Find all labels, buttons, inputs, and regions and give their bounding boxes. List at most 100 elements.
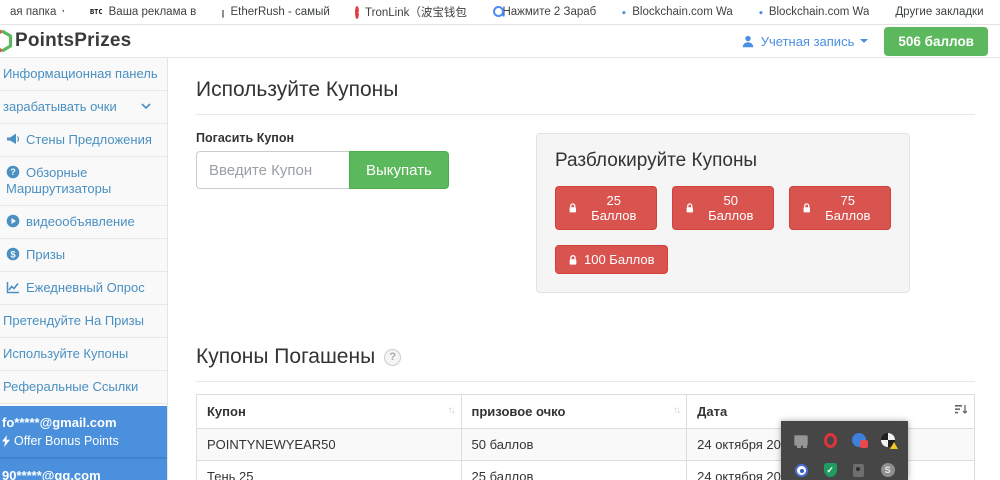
megaphone-icon xyxy=(6,133,20,146)
sidebar-item-claim-prizes[interactable]: Претендуйте На Призы xyxy=(0,305,167,338)
notification-item[interactable]: 90*****@qq.com Offer Bonus Points xyxy=(0,459,167,480)
sidebar-item-label: Претендуйте На Призы xyxy=(3,313,144,328)
sidebar-item-label: Ежедневный Опрос xyxy=(26,280,145,295)
search-icon xyxy=(493,6,497,18)
sidebar-item-use-coupons[interactable]: Используйте Купоны xyxy=(0,338,167,371)
tronlink-icon xyxy=(355,6,359,19)
sidebar-item-video-ads[interactable]: видеообъявление xyxy=(0,206,167,239)
sidebar-item-earn-points[interactable]: зарабатывать очки xyxy=(0,91,167,124)
brand-logo[interactable]: PointsPrizes xyxy=(0,28,131,54)
opera-icon[interactable] xyxy=(824,433,837,448)
defender-warning-icon[interactable] xyxy=(881,433,895,447)
media-player-icon[interactable] xyxy=(795,464,808,477)
bookmark-folder-label: ая папка xyxy=(10,6,56,18)
site-header: PointsPrizes Учетная запись 506 баллов xyxy=(0,25,1000,58)
points-cell: 50 баллов xyxy=(461,429,687,461)
bookmarks-bar: ая папка BTC Ваша реклама в с EtherRush … xyxy=(0,0,1000,25)
sidebar-item-label: видеообъявление xyxy=(26,214,135,229)
pointsprizes-hexagon-icon xyxy=(0,28,15,54)
sidebar-item-label: Используйте Купоны xyxy=(3,346,128,361)
unlock-25-points-button[interactable]: 25 Баллов xyxy=(555,186,657,230)
person-icon xyxy=(741,34,755,49)
bookmark-item[interactable]: EtherRush - самый xyxy=(222,6,329,18)
divider xyxy=(196,381,975,382)
bookmark-item[interactable]: Blockchain.com Wa xyxy=(759,6,870,19)
sort-both-icon: ↑↓ xyxy=(448,405,454,416)
sidebar-item-offer-walls[interactable]: Стены Предложения xyxy=(0,124,167,157)
brand-name: PointsPrizes xyxy=(15,30,131,52)
sidebar-item-label: Призы xyxy=(26,247,65,262)
lock-icon xyxy=(802,202,812,214)
caret-down-icon xyxy=(62,10,64,14)
unlock-75-points-button[interactable]: 75 Баллов xyxy=(789,186,891,230)
bolt-icon xyxy=(2,435,10,447)
blue-red-app-icon[interactable] xyxy=(852,433,866,447)
points-balance-badge[interactable]: 506 баллов xyxy=(884,27,988,56)
main-content: Используйте Купоны Погасить Купон Выкупа… xyxy=(169,58,1000,480)
bookmark-label: Blockchain.com Wa xyxy=(632,6,733,18)
coupon-input[interactable] xyxy=(196,151,349,189)
redeem-coupon-label: Погасить Купон xyxy=(196,131,536,145)
points-cell: 25 баллов xyxy=(461,461,687,480)
shield-check-icon[interactable]: ✓ xyxy=(824,463,837,477)
sidebar-item-referral-links[interactable]: Реферальные Ссылки xyxy=(0,371,167,404)
bookmark-label: EtherRush - самый xyxy=(230,6,329,18)
window-frame-icon[interactable] xyxy=(794,435,808,446)
redeem-button[interactable]: Выкупать xyxy=(349,151,449,189)
system-tray-popup: ✓ S xyxy=(781,421,908,480)
chart-line-icon xyxy=(6,281,20,294)
caret-down-icon xyxy=(860,39,868,43)
sidebar-item-label: Обзорные Маршрутизаторы xyxy=(6,165,111,196)
other-bookmarks[interactable]: Другие закладки xyxy=(895,6,988,18)
bookmark-item[interactable]: BTC Ваша реклама в с xyxy=(90,6,197,18)
divider xyxy=(196,114,975,115)
other-bookmarks-label: Другие закладки xyxy=(895,6,983,18)
lock-icon xyxy=(685,202,695,214)
sidebar-item-dashboard[interactable]: Информационная панель xyxy=(0,58,167,91)
notification-item[interactable]: fo*****@gmail.com Offer Bonus Points xyxy=(0,406,167,459)
bookmark-item[interactable]: Blockchain.com Wa xyxy=(622,6,733,19)
sidebar-item-label: Реферальные Ссылки xyxy=(3,379,138,394)
sidebar-item-survey-routers[interactable]: ?Обзорные Маршрутизаторы xyxy=(0,157,167,206)
sidebar-item-label: Информационная панель xyxy=(3,66,158,81)
sidebar-item-label: зарабатывать очки xyxy=(3,99,117,114)
page-icon xyxy=(222,6,224,18)
account-menu[interactable]: Учетная запись xyxy=(741,34,869,49)
bookmark-label: Blockchain.com Wa xyxy=(769,6,870,18)
help-icon[interactable]: ? xyxy=(384,349,401,366)
account-label: Учетная запись xyxy=(761,34,855,49)
coupon-cell: Тень 25 xyxy=(197,461,462,480)
bookmark-label: Нажмите 2 Зараб xyxy=(502,6,596,18)
sort-both-icon: ↑↓ xyxy=(673,405,679,416)
unlock-50-points-button[interactable]: 50 Баллов xyxy=(672,186,774,230)
meter-icon[interactable] xyxy=(853,464,864,477)
bookmark-item[interactable]: TronLink（波宝钱包 xyxy=(355,4,467,20)
bookmark-item[interactable]: Нажмите 2 Зараб xyxy=(493,6,596,18)
sidebar-item-daily-poll[interactable]: Ежедневный Опрос xyxy=(0,272,167,305)
column-header-coupon[interactable]: Купон ↑↓ xyxy=(197,395,462,429)
chevron-down-icon xyxy=(141,103,151,109)
unlock-panel-title: Разблокируйте Купоны xyxy=(555,150,891,172)
svg-text:$: $ xyxy=(10,249,16,260)
question-circle-icon: ? xyxy=(6,165,20,179)
s-app-icon[interactable]: S xyxy=(881,463,895,477)
lock-icon xyxy=(568,254,578,266)
blockchain-cube-icon xyxy=(622,6,626,19)
svg-text:?: ? xyxy=(10,167,16,177)
btc-icon: BTC xyxy=(90,8,103,16)
sidebar-notifications: fo*****@gmail.com Offer Bonus Points 90*… xyxy=(0,406,167,480)
unlock-coupons-panel: Разблокируйте Купоны 25 Баллов 50 Баллов… xyxy=(536,133,910,293)
sidebar-item-label: Стены Предложения xyxy=(26,132,152,147)
lock-icon xyxy=(568,202,578,214)
column-header-points[interactable]: призовое очко ↑↓ xyxy=(461,395,687,429)
money-icon: $ xyxy=(6,247,20,261)
sort-desc-icon xyxy=(955,404,967,416)
sidebar-item-prizes[interactable]: $ Призы xyxy=(0,239,167,272)
bookmark-label: Ваша реклама в с xyxy=(109,6,197,18)
unlock-100-points-button[interactable]: 100 Баллов xyxy=(555,245,668,274)
blockchain-cube-icon xyxy=(759,6,763,19)
bookmark-folder[interactable]: ая папка xyxy=(10,6,64,18)
bookmark-label: TronLink（波宝钱包 xyxy=(365,4,467,20)
page-title: Используйте Купоны xyxy=(196,78,975,102)
notification-email: 90*****@qq.com xyxy=(2,468,159,480)
